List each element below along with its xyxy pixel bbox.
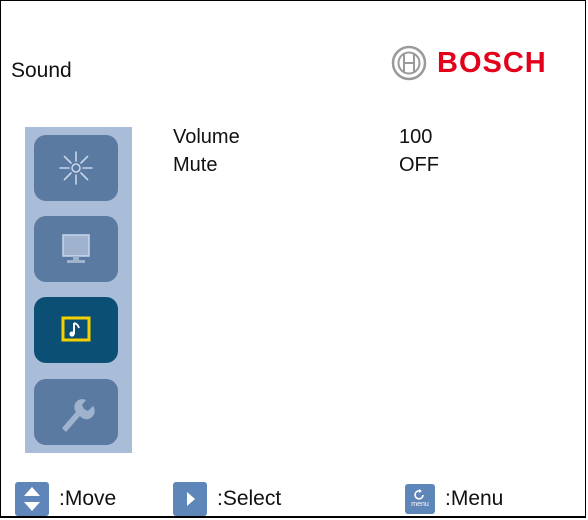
- brand-logo: BOSCH: [391, 45, 547, 81]
- hint-menu: menu :Menu: [405, 481, 503, 517]
- sound-icon: [61, 316, 91, 342]
- menu-row-label: Volume: [173, 126, 240, 148]
- menu-icon: menu: [405, 484, 435, 514]
- page-title: Sound: [11, 59, 72, 82]
- hint-move-label: :Move: [59, 487, 117, 510]
- menu-row-value: OFF: [399, 154, 439, 176]
- up-down-arrows-icon: [15, 482, 49, 516]
- hint-move: :Move: [15, 481, 116, 517]
- hint-select-label: :Select: [217, 487, 282, 510]
- hint-menu-label: :Menu: [445, 487, 504, 510]
- sidebar-item-display[interactable]: [34, 216, 118, 282]
- hint-select: :Select: [173, 481, 281, 517]
- menu-sidebar: [25, 127, 132, 453]
- brightness-icon: [59, 151, 93, 185]
- monitor-icon: [62, 234, 90, 263]
- sidebar-item-sound[interactable]: [34, 297, 118, 363]
- bosch-armature-icon: [391, 45, 427, 81]
- wrench-icon: [62, 399, 95, 432]
- osd-screen: Sound BOSCH Volume 100 Mute OFF:Move:S…: [0, 0, 586, 518]
- right-arrow-icon: [173, 482, 207, 516]
- menu-row-label: Mute: [173, 154, 218, 176]
- brand-name: BOSCH: [437, 46, 547, 79]
- sidebar-item-picture[interactable]: [34, 135, 118, 201]
- sidebar-item-settings[interactable]: [34, 379, 118, 445]
- footer-hints: :Move :Select menu :Menu: [1, 481, 587, 517]
- menu-row-value: 100: [399, 126, 433, 148]
- menu-icon-text: menu: [411, 501, 429, 508]
